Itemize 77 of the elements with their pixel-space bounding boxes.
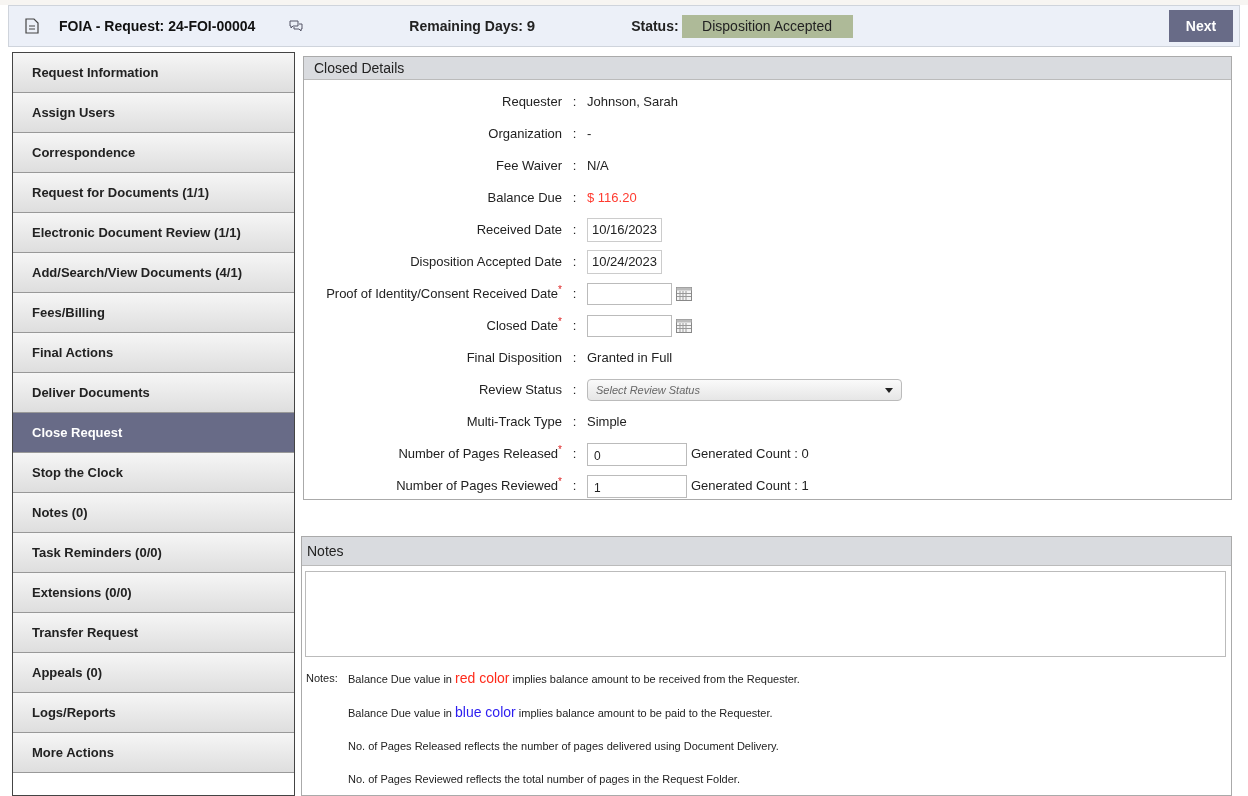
field-label: Requester (502, 94, 562, 110)
colon: : (571, 413, 578, 432)
field-label: Final Disposition (466, 350, 562, 366)
sidebar-item[interactable]: Deliver Documents (13, 373, 294, 413)
date-value: 10/24/2023 (587, 250, 663, 274)
count-input[interactable]: 1 (587, 474, 687, 498)
sidebar-item[interactable]: Assign Users (13, 93, 294, 133)
sidebar-item[interactable]: Notes (0) (13, 493, 294, 533)
remaining-days: Remaining Days: 9 (409, 14, 536, 38)
field-label: Number of Pages Reviewed$^{*}$ (396, 478, 562, 494)
sidebar-item[interactable]: Close Request (13, 413, 294, 453)
sidebar-item[interactable]: Request for Documents (1/1) (13, 173, 294, 213)
calendar-icon[interactable] (676, 287, 692, 301)
sidebar-item[interactable]: Add/Search/View Documents (4/1) (13, 253, 294, 293)
sidebar-item[interactable]: Task Reminders (0/0) (13, 533, 294, 573)
count-input[interactable]: 0 (587, 442, 687, 466)
colon: : (571, 157, 578, 176)
field-label: Disposition Accepted Date (410, 254, 562, 270)
colon: : (571, 253, 578, 272)
colon: : (571, 349, 578, 368)
document-icon (25, 18, 39, 34)
colon: : (571, 381, 578, 400)
colon: : (571, 125, 578, 144)
field-value: N/A (587, 157, 609, 176)
panel-header: Notes (302, 537, 1231, 566)
sidebar-item[interactable]: Appeals (0) (13, 653, 294, 693)
field-label: Organization (488, 126, 562, 142)
balance-amount: $ 116.20 (587, 189, 637, 208)
sidebar-item[interactable]: Correspondence (13, 133, 294, 173)
sidebar-item[interactable]: Transfer Request (13, 613, 294, 653)
date-input[interactable] (587, 315, 672, 337)
field-value: Johnson, Sarah (587, 93, 679, 112)
footnote-text: No. of Pages Reviewed reflects the total number of pages in the Request Folder. (348, 772, 741, 787)
colon: : (571, 189, 578, 208)
colon: : (571, 445, 578, 464)
chat-icon[interactable] (289, 20, 304, 32)
caret-icon (885, 387, 893, 393)
date-input[interactable] (587, 283, 672, 305)
status-badge: Disposition Accepted (681, 14, 853, 38)
field-label: Fee Waiver (496, 158, 562, 174)
notes-textarea[interactable] (305, 571, 1226, 657)
field-label: Received Date (476, 222, 562, 238)
status-label: Status: (631, 16, 679, 36)
field-label: Review Status (478, 382, 562, 398)
field-value: Simple (587, 413, 627, 432)
field-label: Multi-Track Type (466, 414, 562, 430)
footnote-text: Balance Due value in blue color implies balance amount to be paid to the Requester. (348, 704, 774, 722)
sidebar-item[interactable]: Extensions (0/0) (13, 573, 294, 613)
colon: : (571, 93, 578, 112)
field-value: - (587, 125, 592, 144)
colon: : (571, 221, 578, 240)
sidebar-item[interactable]: More Actions (13, 733, 294, 773)
colon: : (571, 317, 578, 336)
sidebar-item[interactable]: Final Actions (13, 333, 294, 373)
generated-count: Generated Count : 1 (691, 477, 809, 496)
field-label: Balance Due (487, 190, 562, 206)
review-status-select[interactable]: Select Review Status (587, 379, 902, 401)
footnote-text: No. of Pages Released reflects the number of pages delivered using Document Delivery. (348, 739, 780, 754)
notes-label: Notes: (305, 671, 339, 686)
sidebar-item[interactable]: Request Information (13, 53, 294, 93)
sidebar-item[interactable]: Fees/Billing (13, 293, 294, 333)
next-button[interactable]: Next (1169, 10, 1233, 42)
colon: : (571, 477, 578, 496)
calendar-icon[interactable] (676, 319, 692, 333)
field-label: Proof of Identity/Consent Received Date$^{*}$ (326, 286, 562, 302)
generated-count: Generated Count : 0 (691, 445, 809, 464)
date-value: 10/16/2023 (587, 218, 663, 242)
field-label: Number of Pages Released$^{*}$ (398, 446, 562, 462)
colon: : (571, 285, 578, 304)
request-title: FOIA - Request: 24-FOI-00004 (59, 16, 256, 36)
footnote-text: Balance Due value in red color implies balance amount to be received from the Requester. (348, 670, 800, 688)
sidebar-item[interactable]: Stop the Clock (13, 453, 294, 493)
field-value: Granted in Full (587, 349, 673, 368)
panel-header: Closed Details (304, 57, 1231, 80)
sidebar-item[interactable]: Logs/Reports (13, 693, 294, 733)
sidebar-item[interactable]: Electronic Document Review (1/1) (13, 213, 294, 253)
field-label: Closed Date$^{*}$ (486, 318, 562, 334)
